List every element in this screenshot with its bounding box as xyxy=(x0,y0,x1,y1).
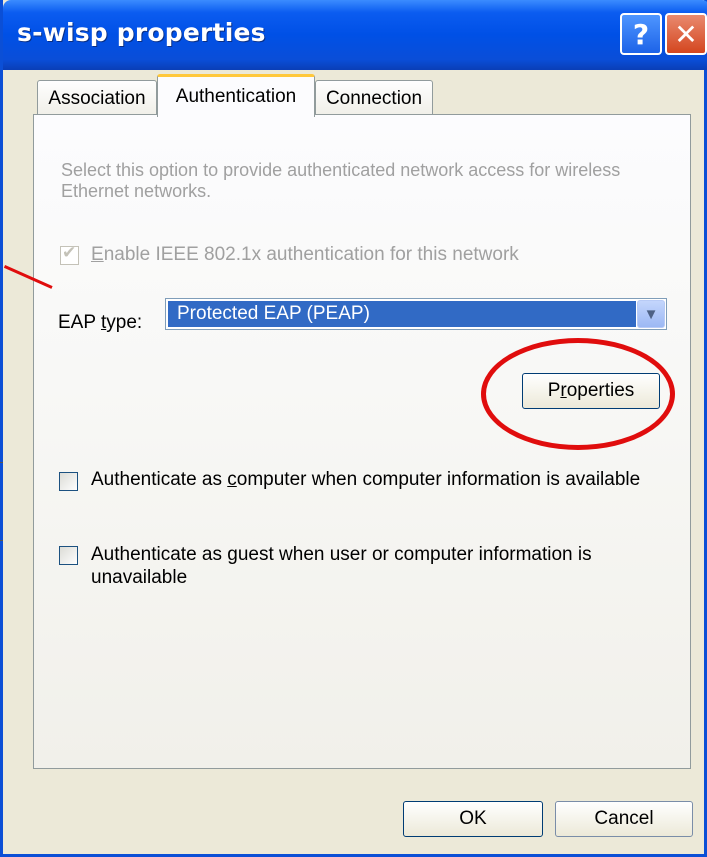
checkmark-icon: ✔ xyxy=(62,243,77,262)
ok-button[interactable]: OK xyxy=(403,801,543,837)
close-icon: ✕ xyxy=(674,17,698,51)
auth-computer-label: Authenticate as computer when computer i… xyxy=(91,469,641,490)
edge-mark xyxy=(0,540,3,541)
tab-association[interactable]: Association xyxy=(37,80,157,116)
tab-authentication[interactable]: Authentication xyxy=(157,74,315,117)
close-button[interactable]: ✕ xyxy=(665,13,707,55)
eap-type-label: EAP type: xyxy=(58,312,143,333)
auth-description: Select this option to provide authentica… xyxy=(61,160,621,201)
help-button[interactable]: ? xyxy=(620,13,662,55)
dropdown-button[interactable]: ▼ xyxy=(637,300,665,328)
enable-8021x-checkbox[interactable]: ✔ xyxy=(60,243,79,265)
auth-guest-checkbox[interactable] xyxy=(59,546,78,565)
cancel-button[interactable]: Cancel xyxy=(555,801,693,837)
title-bar[interactable]: s-wisp properties ? ✕ xyxy=(3,0,707,70)
edge-mark xyxy=(0,462,3,463)
tab-connection[interactable]: Connection xyxy=(315,80,433,116)
chevron-down-icon: ▼ xyxy=(643,305,659,323)
eap-type-value: Protected EAP (PEAP) xyxy=(168,301,636,327)
enable-8021x-label: Enable IEEE 802.1x authentication for th… xyxy=(91,244,519,265)
help-icon: ? xyxy=(632,17,650,51)
eap-type-select[interactable]: Protected EAP (PEAP) ▼ xyxy=(165,298,667,330)
highlight-circle xyxy=(481,338,675,450)
auth-guest-label: Authenticate as guest when user or compu… xyxy=(91,544,592,588)
window-title: s-wisp properties xyxy=(17,18,266,47)
auth-computer-checkbox[interactable] xyxy=(59,472,78,491)
